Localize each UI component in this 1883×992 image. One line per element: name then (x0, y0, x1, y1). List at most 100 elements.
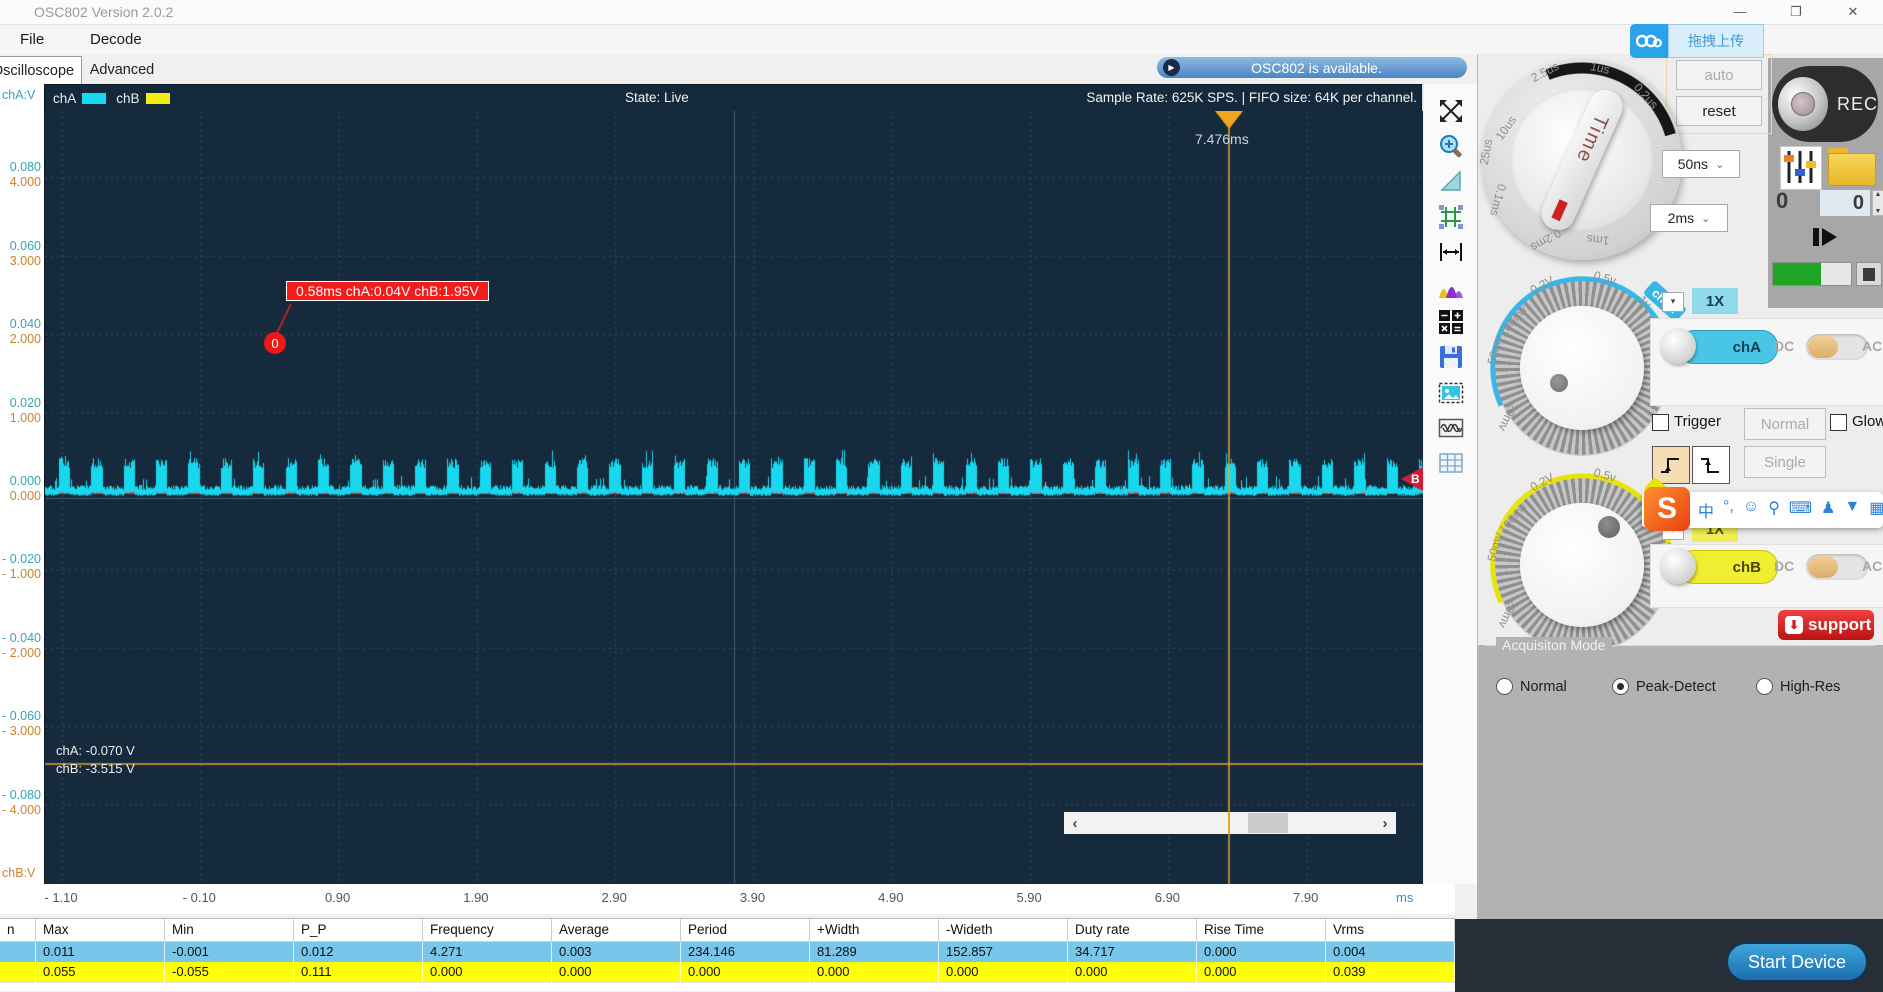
histogram-icon[interactable] (1432, 270, 1470, 304)
mixer-icon[interactable] (1780, 146, 1822, 190)
upload-widget[interactable]: 拖拽上传 (1630, 24, 1764, 58)
table-header-cell: Frequency (423, 919, 552, 941)
table-cell: 0.000 (681, 962, 810, 982)
marker-handle[interactable]: 0 (264, 332, 286, 354)
ime-toolbar[interactable]: S 中°,☺⚲⌨♟▼▦ (1642, 492, 1883, 528)
trigger-label-cha: chA: -0.070 V (56, 743, 135, 758)
legend-cha-swatch (82, 93, 106, 104)
scrollbar-track[interactable] (1086, 812, 1374, 834)
chb-dc-label: DC (1774, 558, 1794, 574)
chb-ac-label: AC (1862, 558, 1882, 574)
rec-button[interactable]: REC (1772, 66, 1878, 142)
h-scrollbar[interactable]: ‹ › (1064, 812, 1396, 834)
maximize-button[interactable]: ❐ (1773, 0, 1819, 23)
zoom-in-icon[interactable] (1432, 129, 1470, 163)
table-icon[interactable] (1432, 446, 1470, 480)
radio-icon[interactable] (1756, 678, 1773, 695)
frame-spinner[interactable]: 0 (1820, 190, 1870, 216)
radio-icon[interactable] (1496, 678, 1513, 695)
acq-radio-peak-detect[interactable]: Peak-Detect (1612, 678, 1716, 695)
reset-button[interactable]: reset (1676, 96, 1762, 126)
acq-radio-normal[interactable]: Normal (1496, 678, 1567, 695)
x-tick: 6.90 (1155, 890, 1180, 905)
table-row[interactable]: 0.011-0.0010.0124.2710.003234.14681.2891… (0, 942, 1455, 962)
table-cell: 0.000 (1197, 942, 1326, 962)
y-tick: 0.0804.000 (0, 160, 41, 190)
table-cell: 0.000 (1197, 962, 1326, 982)
waveform-canvas[interactable] (45, 111, 1423, 885)
cha-probe-1x[interactable]: 1X (1692, 288, 1738, 314)
radio-icon[interactable] (1612, 678, 1629, 695)
ime-icon[interactable]: ▦ (1869, 498, 1883, 522)
math-ops-icon[interactable] (1432, 305, 1470, 339)
cha-acdc-toggle[interactable] (1806, 334, 1868, 360)
table-cell (0, 962, 36, 982)
ime-icon[interactable]: ▼ (1844, 498, 1860, 522)
cursor-time-label: 7.476ms (1195, 131, 1249, 147)
netdisk-logo-icon[interactable] (1630, 24, 1668, 58)
radio-label: Normal (1520, 679, 1567, 695)
scope-display[interactable]: chA chB State: Live Sample Rate: 625K SP… (44, 84, 1422, 884)
glow-label: Glow (1852, 413, 1883, 430)
chb-acdc-toggle[interactable] (1806, 554, 1868, 580)
save-icon[interactable] (1432, 340, 1470, 374)
table-header-cell: Vrms (1326, 919, 1455, 941)
spinner-arrows[interactable]: ▲▼ (1872, 190, 1883, 216)
minimize-button[interactable]: — (1717, 0, 1763, 23)
auto-button[interactable]: auto (1676, 60, 1762, 90)
trigger-checkbox[interactable] (1652, 414, 1669, 431)
sogou-logo-icon[interactable]: S (1644, 487, 1690, 531)
stop-button[interactable] (1856, 262, 1882, 286)
scroll-left-icon[interactable]: ‹ (1064, 815, 1086, 832)
screenshot-icon[interactable] (1432, 376, 1470, 410)
glow-checkbox[interactable] (1830, 414, 1847, 431)
trigger-normal-button[interactable]: Normal (1744, 408, 1826, 440)
cha-toggle-handle[interactable] (1660, 328, 1696, 364)
rising-edge-button[interactable] (1652, 446, 1690, 484)
scrollbar-thumb[interactable] (1248, 813, 1288, 833)
knob-tick-label: 1ms (1586, 232, 1610, 248)
table-cell: -0.001 (165, 942, 294, 962)
start-device-button[interactable]: Start Device (1726, 942, 1868, 982)
support-button[interactable]: ⬇ support (1778, 610, 1874, 640)
cha-knob[interactable] (1520, 306, 1644, 430)
timebase-small-dropdown[interactable]: 50ns⌄ (1662, 150, 1740, 178)
tab-advanced[interactable]: Advanced (84, 56, 160, 83)
x-tick: 7.90 (1293, 890, 1318, 905)
chb-edge-marker-label: B (1411, 472, 1420, 486)
ime-icon[interactable]: ♟ (1821, 498, 1835, 522)
width-measure-icon[interactable] (1432, 235, 1470, 269)
upload-tab[interactable]: 拖拽上传 (1668, 24, 1764, 58)
ime-icon[interactable]: ⚲ (1768, 498, 1780, 522)
ime-icon[interactable]: ☺ (1743, 498, 1759, 522)
timebase-large-dropdown[interactable]: 2ms⌄ (1650, 204, 1728, 232)
ime-icon[interactable]: 中 (1698, 498, 1714, 522)
expand-icon[interactable] (1432, 94, 1470, 128)
acq-radio-high-res[interactable]: High-Res (1756, 678, 1840, 695)
cha-probe-dropdown[interactable]: ▾ (1662, 292, 1684, 312)
set-square-icon[interactable] (1432, 164, 1470, 198)
status-play-icon[interactable]: ▶ (1163, 59, 1180, 76)
menu-file[interactable]: File (12, 29, 52, 50)
marker-tooltip[interactable]: 0.58ms chA:0.04V chB:1.95V (286, 281, 489, 301)
scroll-right-icon[interactable]: › (1374, 815, 1396, 832)
trigger-single-button[interactable]: Single (1744, 446, 1826, 478)
ime-icon[interactable]: °, (1723, 498, 1734, 522)
close-button[interactable]: ✕ (1830, 0, 1876, 23)
x-tick: 1.90 (463, 890, 488, 905)
y-tick: - 0.020- 1.000 (0, 552, 41, 582)
grid-icon[interactable] (1432, 200, 1470, 234)
ime-icon[interactable]: ⌨ (1789, 498, 1812, 522)
table-header-cell: Average (552, 919, 681, 941)
chb-knob[interactable] (1520, 503, 1644, 627)
waveform-icon[interactable] (1432, 411, 1470, 445)
table-row[interactable]: 0.055-0.0550.1110.0000.0000.0000.0000.00… (0, 962, 1455, 982)
falling-edge-button[interactable] (1692, 446, 1730, 484)
table-header-cell: Max (36, 919, 165, 941)
window-title: OSC802 Version 2.0.2 (34, 4, 173, 20)
chb-toggle-handle[interactable] (1660, 548, 1696, 584)
menu-decode[interactable]: Decode (82, 29, 150, 50)
open-file-icon[interactable] (1828, 148, 1876, 186)
tab-oscilloscope[interactable]: Oscilloscope (0, 56, 82, 84)
step-play-button[interactable] (1772, 222, 1878, 252)
